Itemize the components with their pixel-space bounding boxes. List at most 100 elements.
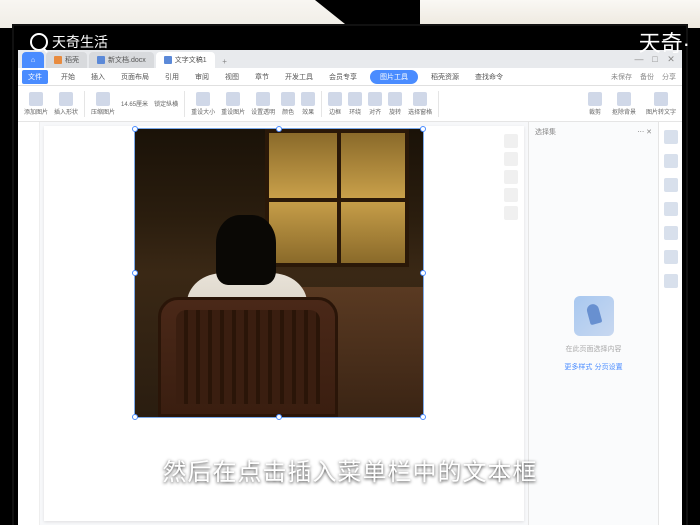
menu-image-tools[interactable]: 图片工具 [370, 70, 418, 84]
panel-close-icon[interactable]: ⋯ ✕ [637, 128, 652, 136]
strip-icon-7[interactable] [664, 274, 678, 288]
ribbon-insert-shape[interactable]: 插入形状 [54, 92, 78, 116]
wrap-icon [348, 92, 362, 106]
watermark-text: 天奇生活 [52, 32, 108, 52]
unsaved-indicator[interactable]: 未保存 [611, 72, 632, 82]
tab-document-1[interactable]: 新文档.docx [89, 52, 154, 68]
menu-devtools[interactable]: 开发工具 [282, 70, 316, 84]
strip-icon-1[interactable] [664, 130, 678, 144]
compress-icon [96, 92, 110, 106]
resize-handle-b[interactable] [276, 414, 282, 420]
ribbon-toolbar: 添加图片 插入形状 压缩图片 14.65厘米 锁定纵横 重设大小 重设图片 设置… [18, 86, 682, 122]
backup-button[interactable]: 备份 [640, 72, 654, 82]
ribbon-wrap[interactable]: 环绕 [348, 92, 362, 116]
right-icon-strip [658, 122, 682, 525]
border-icon [328, 92, 342, 106]
watermark-top-right: 天奇· [639, 26, 690, 58]
watermark-top-left: 天奇生活 [30, 32, 108, 52]
align-icon [368, 92, 382, 106]
strip-icon-5[interactable] [664, 226, 678, 240]
ribbon-right-group: 裁剪 抠除背景 图片转文字 [588, 92, 676, 116]
float-tool-4[interactable] [504, 188, 518, 202]
ribbon-ocr[interactable]: 图片转文字 [646, 92, 676, 116]
resize-handle-bl[interactable] [132, 414, 138, 420]
color-icon [281, 92, 295, 106]
float-tool-5[interactable] [504, 206, 518, 220]
menu-view[interactable]: 视图 [222, 70, 242, 84]
separator [184, 91, 185, 117]
strip-icon-3[interactable] [664, 178, 678, 192]
logo-icon [30, 33, 48, 51]
float-tool-3[interactable] [504, 170, 518, 184]
selected-image[interactable] [134, 128, 424, 418]
video-subtitle: 然后在点击插入菜单栏中的文本框 [163, 452, 538, 487]
separator [321, 91, 322, 117]
ribbon-align[interactable]: 对齐 [368, 92, 382, 116]
resize-handle-l[interactable] [132, 270, 138, 276]
resize-handle-r[interactable] [420, 270, 426, 276]
ribbon-selection-pane[interactable]: 选择窗格 [408, 92, 432, 116]
strip-icon-2[interactable] [664, 154, 678, 168]
ribbon-reset-size[interactable]: 重设大小 [191, 92, 215, 116]
reset-image-icon [226, 92, 240, 106]
new-tab-button[interactable]: + [217, 54, 233, 68]
effects-icon [301, 92, 315, 106]
separator [438, 91, 439, 117]
menu-insert[interactable]: 插入 [88, 70, 108, 84]
panel-link-paging[interactable]: 分页设置 [595, 364, 623, 371]
ribbon-reset-image[interactable]: 重设图片 [221, 92, 245, 116]
removebg-icon [617, 92, 631, 106]
menu-chapter[interactable]: 章节 [252, 70, 272, 84]
menu-review[interactable]: 审阅 [192, 70, 212, 84]
menu-member[interactable]: 会员专享 [326, 70, 360, 84]
menu-search[interactable]: 查找命令 [472, 70, 506, 84]
image-content [135, 129, 423, 417]
menu-layout[interactable]: 页面布局 [118, 70, 152, 84]
scene-chair [158, 297, 338, 417]
doc-icon [164, 56, 172, 64]
ribbon-rotate[interactable]: 旋转 [388, 92, 402, 116]
menubar-right: 未保存 备份 分享 [611, 72, 682, 82]
strip-icon-6[interactable] [664, 250, 678, 264]
menu-start[interactable]: 开始 [58, 70, 78, 84]
ribbon-add-image[interactable]: 添加图片 [24, 92, 48, 116]
strip-icon-4[interactable] [664, 202, 678, 216]
menu-reference[interactable]: 引用 [162, 70, 182, 84]
ribbon-transparency[interactable]: 设置透明 [251, 92, 275, 116]
panel-link-styles[interactable]: 更多样式 [564, 364, 592, 371]
shape-icon [59, 92, 73, 106]
menu-docer-resource[interactable]: 稻壳资源 [428, 70, 462, 84]
left-ruler [18, 122, 40, 525]
scene-person-head [216, 215, 276, 285]
reset-icon [196, 92, 210, 106]
float-tool-1[interactable] [504, 134, 518, 148]
crop-icon [588, 92, 602, 106]
add-image-icon [29, 92, 43, 106]
tab-docer[interactable]: 稻壳 [46, 52, 87, 68]
monitor-frame: ⌂ 稻壳 新文档.docx 文字文稿1 + — □ ✕ 文件 开始 插入 页面布… [12, 24, 688, 525]
resize-handle-tl[interactable] [132, 126, 138, 132]
resize-handle-br[interactable] [420, 414, 426, 420]
ribbon-border[interactable]: 边框 [328, 92, 342, 116]
share-button[interactable]: 分享 [662, 72, 676, 82]
resize-handle-t[interactable] [276, 126, 282, 132]
ribbon-color[interactable]: 颜色 [281, 92, 295, 116]
ribbon-size[interactable]: 14.65厘米 [121, 99, 148, 108]
tab-document-active[interactable]: 文字文稿1 [156, 52, 215, 68]
resize-handle-tr[interactable] [420, 126, 426, 132]
scene-window [265, 129, 409, 267]
right-panel: 选择集 ⋯ ✕ 在此页面选择内容 更多样式 分页设置 [528, 122, 658, 525]
ribbon-remove-bg[interactable]: 抠除背景 [612, 92, 636, 116]
docer-icon [54, 56, 62, 64]
ribbon-effects[interactable]: 效果 [301, 92, 315, 116]
home-tab[interactable]: ⌂ [22, 52, 44, 68]
transparency-icon [256, 92, 270, 106]
float-tool-2[interactable] [504, 152, 518, 166]
menu-file[interactable]: 文件 [22, 70, 48, 84]
panel-body: 在此页面选择内容 更多样式 分页设置 [529, 142, 658, 525]
rotate-icon [388, 92, 402, 106]
ribbon-lock-ratio[interactable]: 锁定纵横 [154, 99, 178, 108]
panel-title: 选择集 [535, 127, 556, 137]
ribbon-crop[interactable]: 裁剪 [588, 92, 602, 116]
ribbon-compress[interactable]: 压缩图片 [91, 92, 115, 116]
